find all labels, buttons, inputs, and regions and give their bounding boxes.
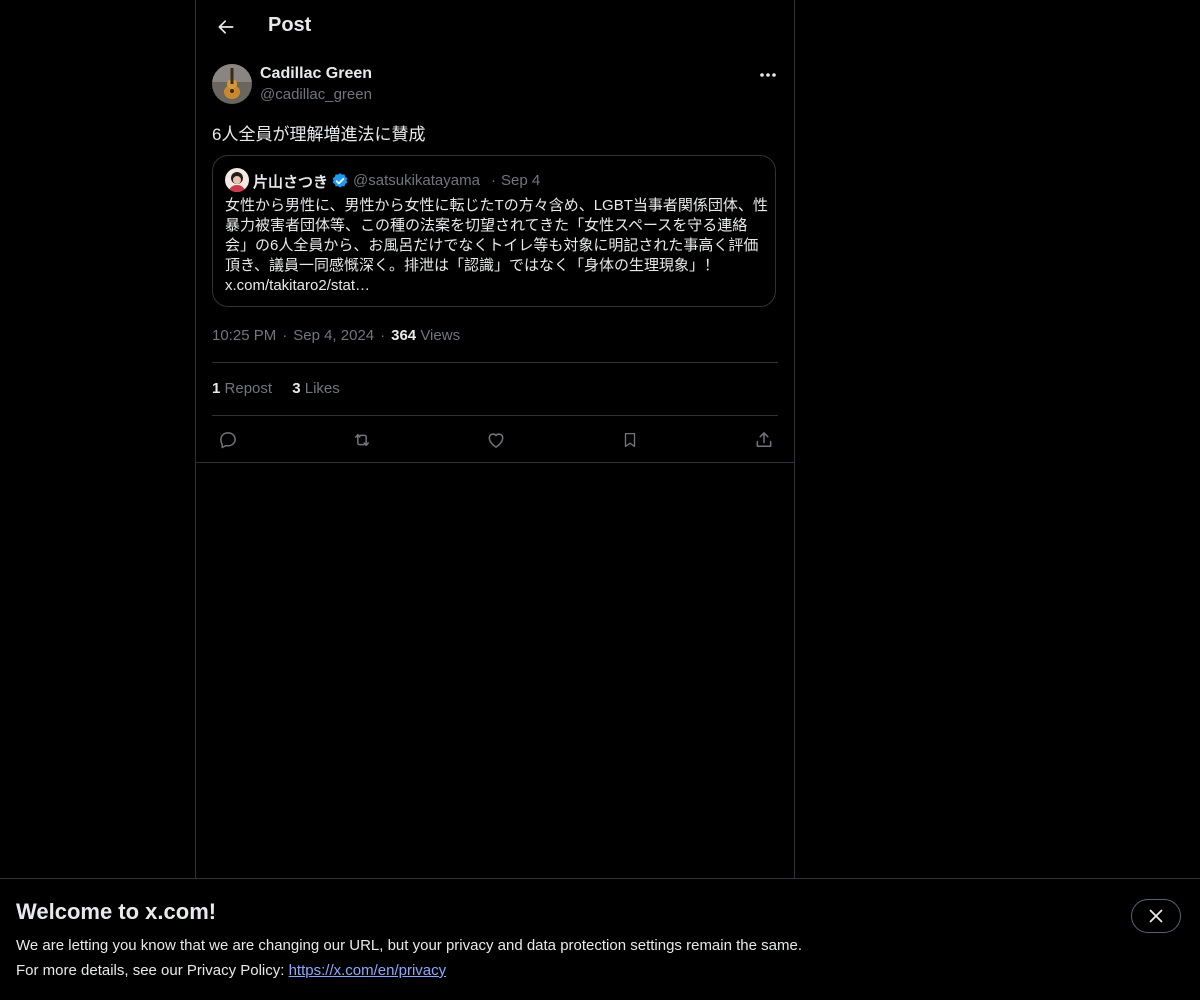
engagement-stats: 1 Repost 3 Likes xyxy=(212,380,356,397)
quoted-author-avatar xyxy=(225,168,249,192)
post-text: 6人全員が理解増進法に賛成 xyxy=(212,125,426,144)
like-button[interactable] xyxy=(482,426,510,454)
views-count: 364 xyxy=(391,327,417,344)
views-label: Views xyxy=(420,327,461,344)
bookmark-button[interactable] xyxy=(616,426,644,454)
likes-count: 3 xyxy=(292,380,301,397)
arrow-left-icon xyxy=(218,20,234,34)
author-name[interactable]: Cadillac Green xyxy=(260,65,372,83)
post-time[interactable]: 10:25 PM xyxy=(212,327,276,344)
banner-privacy-line: For more details, see our Privacy Policy… xyxy=(16,962,446,979)
heart-icon xyxy=(488,433,504,448)
post-date[interactable]: Sep 4, 2024 xyxy=(293,327,374,344)
author-handle[interactable]: @cadillac_green xyxy=(260,86,372,103)
quoted-post-date: Sep 4 xyxy=(501,172,541,189)
repost-button[interactable] xyxy=(348,426,376,454)
reposts-stat[interactable]: 1 Repost xyxy=(212,380,272,397)
quoted-author-name: 片山さつき xyxy=(253,174,329,191)
divider xyxy=(212,362,778,363)
author-avatar[interactable] xyxy=(212,64,252,104)
page-title: Post xyxy=(268,14,312,36)
likes-stat[interactable]: 3 Likes xyxy=(292,380,340,397)
separator-dot: · xyxy=(380,327,386,344)
bookmark-icon xyxy=(624,432,636,448)
quoted-post-text: 女性から男性に、男性から女性に転じたTの方々含め、LGBT当事者関係団体、性暴力… xyxy=(225,197,768,294)
main-column: Post Cadillac Green @cadillac_green 6人全員… xyxy=(195,0,795,878)
separator-dot: · xyxy=(282,327,288,344)
back-button[interactable] xyxy=(208,9,244,45)
likes-label: Likes xyxy=(304,380,340,397)
verified-badge-icon xyxy=(332,173,348,188)
more-options-button[interactable] xyxy=(752,62,784,88)
banner-message: We are letting you know that we are chan… xyxy=(16,937,802,954)
quoted-author-handle: @satsukikatayama xyxy=(353,172,480,189)
reply-icon xyxy=(220,432,236,449)
privacy-policy-link[interactable]: https://x.com/en/privacy xyxy=(289,962,447,979)
post-metadata: 10:25 PM · Sep 4, 2024 · 364 Views xyxy=(212,327,460,344)
repost-icon xyxy=(355,433,369,447)
quoted-post[interactable]: 片山さつき @satsukikatayama · Sep 4 女性から男性に、男… xyxy=(212,155,776,307)
banner-title: Welcome to x.com! xyxy=(16,899,217,924)
reposts-count: 1 xyxy=(212,380,221,397)
header: Post xyxy=(196,0,794,54)
close-banner-button[interactable] xyxy=(1131,899,1181,933)
divider xyxy=(195,462,795,463)
banner-privacy-text: For more details, see our Privacy Policy… xyxy=(16,962,289,979)
close-icon xyxy=(1149,909,1163,923)
reply-button[interactable] xyxy=(214,426,242,454)
divider xyxy=(212,415,778,416)
share-button[interactable] xyxy=(750,426,778,454)
share-icon xyxy=(756,432,772,447)
more-icon xyxy=(760,73,776,77)
reposts-label: Repost xyxy=(224,380,273,397)
separator-dot: · xyxy=(491,172,496,189)
url-change-banner: Welcome to x.com! We are letting you kno… xyxy=(0,878,1200,1000)
